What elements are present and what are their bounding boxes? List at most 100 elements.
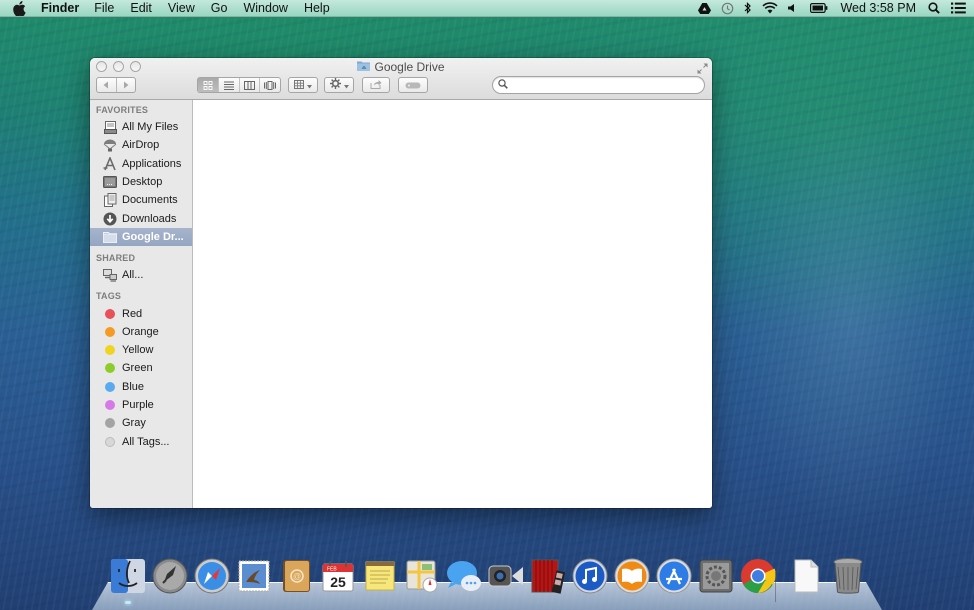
forward-button[interactable] <box>115 78 136 92</box>
tag-color-dot-icon <box>103 380 117 394</box>
dock-ibooks[interactable] <box>612 558 652 598</box>
dock-notes[interactable] <box>360 558 400 598</box>
tag-color-dot-icon <box>103 416 117 430</box>
sidebar-item-label: Red <box>122 307 143 320</box>
search-field[interactable] <box>492 76 705 94</box>
spotlight-search-icon[interactable] <box>928 0 940 17</box>
gear-icon <box>329 76 341 94</box>
tag-dot <box>105 381 115 392</box>
dock-facetime[interactable] <box>486 558 526 598</box>
menu-go[interactable]: Go <box>211 1 228 15</box>
search-input[interactable] <box>511 79 704 91</box>
window-title-text: Google Drive <box>374 60 445 74</box>
dock-messages[interactable] <box>444 558 484 598</box>
dock-system-preferences[interactable] <box>696 558 736 598</box>
dock-safari[interactable] <box>192 558 232 598</box>
dock-finder[interactable] <box>108 558 148 604</box>
time-machine-icon[interactable] <box>721 0 734 17</box>
google-drive-icon[interactable] <box>698 0 712 17</box>
cover-flow-view-button[interactable] <box>259 78 280 92</box>
list-view-button[interactable] <box>217 78 239 92</box>
running-indicator <box>125 601 131 604</box>
notification-center-icon[interactable] <box>951 0 966 17</box>
edit-tags-button[interactable] <box>398 77 428 93</box>
sidebar-item-label: Yellow <box>122 344 154 357</box>
dock-mail[interactable] <box>234 558 274 598</box>
dock-trash[interactable] <box>828 557 868 600</box>
apple-menu-icon[interactable] <box>13 0 31 16</box>
dock-maps[interactable] <box>402 558 442 598</box>
dock-document[interactable] <box>786 558 826 598</box>
trash-icon <box>832 557 864 600</box>
downloads-icon <box>103 212 117 226</box>
battery-icon[interactable] <box>810 0 828 17</box>
sidebar-item-documents[interactable]: Documents <box>90 191 192 209</box>
sidebar-item-downloads[interactable]: Downloads <box>90 209 192 227</box>
dock-itunes[interactable] <box>570 558 610 598</box>
dock-chrome[interactable] <box>738 558 778 598</box>
back-button[interactable] <box>97 78 116 92</box>
launchpad-icon <box>152 558 188 599</box>
window-toolbar: Google Drive <box>90 58 712 100</box>
sidebar-item-all-my-files[interactable]: All My Files <box>90 118 192 136</box>
menu-clock[interactable]: Wed 3:58 PM <box>840 1 916 15</box>
dock-photo-booth[interactable] <box>528 558 568 598</box>
sidebar-tag-green[interactable]: Green <box>90 359 192 377</box>
sidebar-tag-orange[interactable]: Orange <box>90 323 192 341</box>
sidebar-item-label: Google Dr... <box>122 230 184 243</box>
tag-list: Red Orange Yellow Green Blue Purple Gray All Ta… <box>90 304 192 450</box>
fullscreen-icon[interactable] <box>697 61 708 74</box>
menu-view[interactable]: View <box>168 1 195 15</box>
sidebar-tag-blue[interactable]: Blue <box>90 378 192 396</box>
sidebar-item-label: Documents <box>122 194 178 207</box>
tag-dot <box>105 326 115 337</box>
dock-launchpad[interactable] <box>150 558 190 598</box>
file-content-area[interactable] <box>194 100 712 508</box>
tag-dot <box>105 418 115 429</box>
menu-finder[interactable]: Finder <box>41 1 79 15</box>
search-icon <box>498 76 508 94</box>
menu-edit[interactable]: Edit <box>130 1 152 15</box>
tag-dot <box>105 308 115 319</box>
sidebar-tag-red[interactable]: Red <box>90 304 192 322</box>
wifi-icon[interactable] <box>762 0 779 17</box>
arrange-button[interactable] <box>288 77 318 93</box>
messages-icon <box>445 558 483 599</box>
dock-app-store[interactable] <box>654 558 694 598</box>
menu-help[interactable]: Help <box>304 1 330 15</box>
icon-view-button[interactable] <box>198 78 218 92</box>
sidebar-tag-gray[interactable]: Gray <box>90 414 192 432</box>
column-view-button[interactable] <box>238 78 260 92</box>
sidebar-item-desktop[interactable]: Desktop <box>90 173 192 191</box>
sidebar-item-google-drive[interactable]: Google Dr... <box>90 227 192 247</box>
svg-text:@: @ <box>293 572 301 581</box>
sidebar-tag-yellow[interactable]: Yellow <box>90 341 192 359</box>
sidebar-tag-purple[interactable]: Purple <box>90 396 192 414</box>
airdrop-icon <box>103 138 117 152</box>
sidebar-item-label: Desktop <box>122 176 163 189</box>
tag-color-dot-icon <box>103 435 117 449</box>
favorites-header: FAVORITES <box>96 105 149 115</box>
document-stack-icon <box>791 558 821 599</box>
sidebar-item-shared-all[interactable]: All... <box>90 266 192 284</box>
action-button[interactable] <box>324 77 354 93</box>
tag-color-dot-icon <box>103 398 117 412</box>
sidebar-item-airdrop[interactable]: AirDrop <box>90 136 192 154</box>
share-button[interactable] <box>362 77 390 93</box>
contacts-icon: @ <box>278 558 314 599</box>
calendar-day: 25 <box>330 574 346 590</box>
all-my-files-icon <box>103 120 117 134</box>
tag-dot <box>105 400 115 410</box>
menu-file[interactable]: File <box>94 1 114 15</box>
notes-icon <box>362 558 398 599</box>
tag-color-dot-icon <box>103 325 117 339</box>
menu-window[interactable]: Window <box>243 1 287 15</box>
dock-contacts[interactable]: @ <box>276 558 316 598</box>
bluetooth-icon[interactable] <box>744 0 752 17</box>
dock-calendar[interactable]: FEB 25 <box>318 558 358 598</box>
desktop-icon <box>103 175 117 189</box>
sidebar-item-applications[interactable]: Applications <box>90 155 192 173</box>
sidebar-tag-all-tags[interactable]: All Tags... <box>90 432 192 450</box>
sidebar-item-label: Applications <box>122 157 182 170</box>
volume-icon[interactable] <box>788 0 796 17</box>
